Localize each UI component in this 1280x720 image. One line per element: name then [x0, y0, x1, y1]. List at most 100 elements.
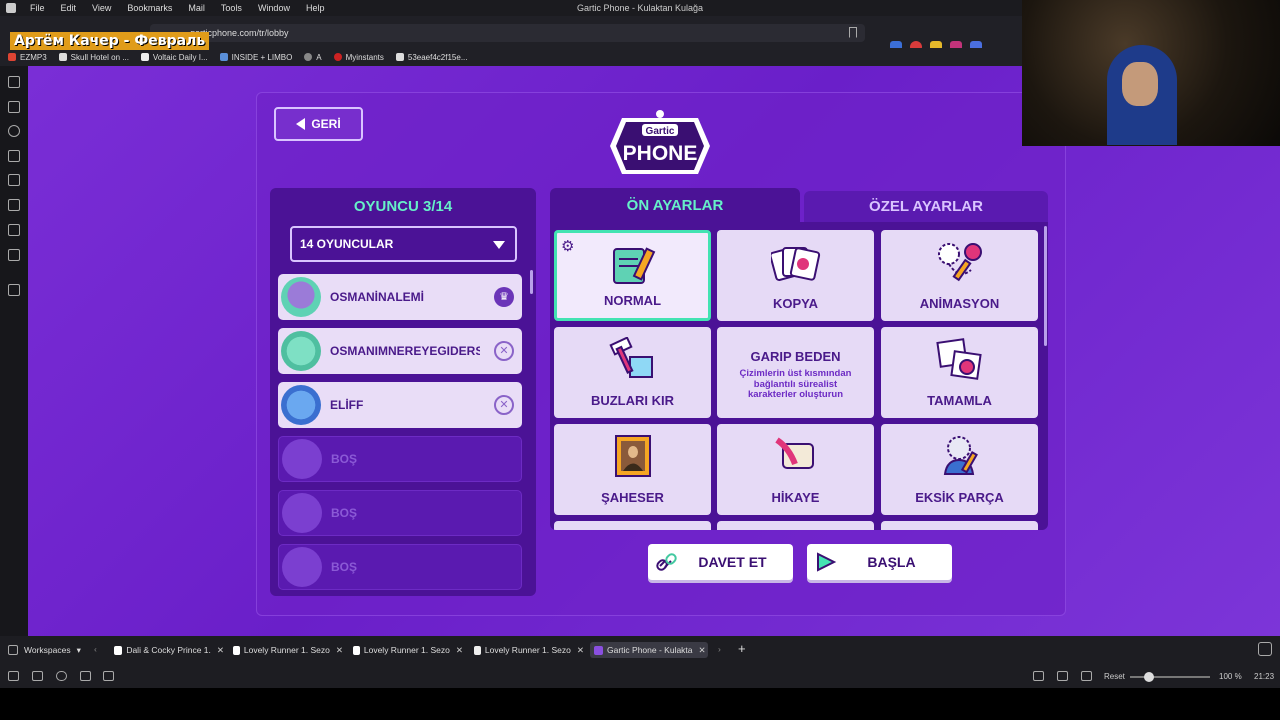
close-tab-icon[interactable]: ✕	[456, 645, 463, 656]
start-button[interactable]: BAŞLA	[807, 544, 952, 580]
tab-custom-settings[interactable]: ÖZEL AYARLAR	[804, 191, 1048, 222]
close-tab-icon[interactable]: ✕	[336, 645, 343, 656]
settings-icon[interactable]	[8, 671, 19, 681]
bookmark-item[interactable]: EZMP3	[8, 53, 47, 62]
downloads-icon[interactable]	[8, 101, 20, 113]
tab-overview-icon[interactable]	[1258, 642, 1272, 656]
browser-tab-bar: Workspaces ▾ ‹ Dali & Cocky Prince 1. ✕ …	[0, 636, 1280, 664]
bookmark-item[interactable]: Voltaic Daily I...	[140, 53, 208, 62]
chevron-left-icon[interactable]: ‹	[94, 644, 97, 654]
zoom-reset-button[interactable]: Reset	[1104, 672, 1125, 681]
gear-icon[interactable]: ⚙	[561, 237, 574, 255]
browser-tab[interactable]: Lovely Runner 1. Sezo ✕	[229, 642, 343, 658]
mode-card-garip-beden[interactable]: GARIP BEDEN Çizimlerin üst kısmından bağ…	[717, 327, 874, 418]
add-panel-icon[interactable]	[8, 284, 20, 296]
cloud-icon[interactable]	[56, 671, 67, 681]
browser-sidebar	[0, 66, 28, 636]
calendar-icon[interactable]	[103, 671, 114, 681]
menu-tools[interactable]: Tools	[213, 3, 250, 13]
mode-card-partial[interactable]	[554, 521, 711, 530]
kick-player-button[interactable]: ✕	[494, 395, 514, 415]
new-tab-icon[interactable]: +	[738, 641, 746, 656]
mode-card-buzlari-kir[interactable]: BUZLARI KIR	[554, 327, 711, 418]
menu-help[interactable]: Help	[298, 3, 333, 13]
player-row: OSMANİNALEMİ ♛	[278, 274, 522, 320]
menu-mail[interactable]: Mail	[180, 3, 213, 13]
letterbox-strip	[0, 688, 1280, 720]
site-icon	[58, 53, 67, 61]
url-field[interactable]: garticphone.com/tr/lobby	[150, 24, 865, 42]
tiling-icon[interactable]	[1057, 671, 1068, 681]
player-avatar	[281, 277, 321, 317]
invite-button[interactable]: DAVET ET	[648, 544, 793, 580]
close-tab-icon[interactable]: ✕	[577, 645, 584, 656]
stream-name-overlay: Артём Качер - Февраль	[10, 32, 210, 50]
crown-icon: ♛	[494, 287, 514, 307]
empty-slot: BOŞ	[278, 544, 522, 590]
player-name: ELİFF	[330, 398, 364, 412]
zoom-level: 100 %	[1219, 672, 1242, 681]
reading-list-icon[interactable]	[8, 199, 20, 211]
play-icon	[817, 552, 837, 572]
chevron-right-icon[interactable]: ›	[718, 644, 721, 654]
mode-card-kopya[interactable]: KOPYA	[717, 230, 874, 321]
mode-card-partial[interactable]	[717, 521, 874, 530]
browser-tab[interactable]: Lovely Runner 1. Sezo ✕	[470, 642, 584, 658]
window-icon[interactable]	[80, 671, 91, 681]
kick-player-button[interactable]: ✕	[494, 341, 514, 361]
app-icon[interactable]	[6, 3, 16, 13]
players-scrollbar[interactable]	[530, 270, 533, 294]
notes-icon[interactable]	[8, 150, 20, 162]
workspaces-button[interactable]: Workspaces ▾	[8, 645, 92, 656]
translate-icon[interactable]	[8, 174, 20, 186]
capture-icon[interactable]	[1033, 671, 1044, 681]
bookmark-icon[interactable]	[849, 27, 857, 38]
mode-card-partial[interactable]	[881, 521, 1038, 530]
back-label: GERİ	[311, 117, 341, 131]
zoom-slider-handle[interactable]	[1144, 672, 1154, 682]
bookmarks-panel-icon[interactable]	[8, 76, 20, 88]
mode-label: ANİMASYON	[919, 296, 1000, 311]
back-button[interactable]: GERİ	[274, 107, 363, 141]
mail-icon[interactable]	[8, 249, 20, 261]
menu-file[interactable]: File	[22, 3, 53, 13]
mode-card-saheser[interactable]: ŞAHESER	[554, 424, 711, 515]
bookmark-item[interactable]: A	[304, 53, 322, 62]
bookmark-item[interactable]: INSIDE + LIMBO	[219, 53, 292, 62]
animation-icon	[937, 243, 982, 282]
tab-presets[interactable]: ÖN AYARLAR	[550, 188, 800, 222]
menu-window[interactable]: Window	[250, 3, 298, 13]
invite-label: DAVET ET	[698, 554, 767, 570]
mode-label: BUZLARI KIR	[590, 393, 675, 408]
missing-piece-icon	[943, 436, 978, 475]
mode-label: TAMAMLA	[927, 393, 992, 408]
tab-favicon	[353, 645, 360, 655]
gartic-phone-logo: Gartic PHONE	[610, 110, 710, 174]
mode-card-eksik-parca[interactable]: EKSİK PARÇA	[881, 424, 1038, 515]
bookmark-item[interactable]: Skull Hotel on ...	[58, 53, 129, 62]
modes-scrollbar[interactable]	[1044, 226, 1047, 346]
masterpiece-frame-icon	[614, 435, 651, 477]
mode-card-hikaye[interactable]: HİKAYE	[717, 424, 874, 515]
mode-card-normal[interactable]: ⚙ NORMAL	[554, 230, 711, 321]
mode-card-tamamla[interactable]: TAMAMLA	[881, 327, 1038, 418]
panel-toggle-icon[interactable]	[32, 671, 43, 681]
page-actions-icon[interactable]	[1081, 671, 1092, 681]
close-tab-icon[interactable]: ✕	[217, 645, 224, 656]
menu-view[interactable]: View	[84, 3, 119, 13]
bookmark-item[interactable]: Myinstants	[333, 53, 384, 62]
browser-tab[interactable]: Lovely Runner 1. Sezo ✕	[349, 642, 463, 658]
mode-card-animasyon[interactable]: ANİMASYON	[881, 230, 1038, 321]
player-count-select[interactable]: 14 OYUNCULAR	[290, 226, 517, 262]
menu-edit[interactable]: Edit	[53, 3, 85, 13]
history-icon[interactable]	[8, 125, 20, 137]
close-tab-icon[interactable]: ✕	[699, 645, 706, 656]
streamer-head	[1122, 62, 1158, 106]
menu-bookmarks[interactable]: Bookmarks	[119, 3, 180, 13]
link-icon	[656, 553, 677, 571]
browser-tab-active[interactable]: Gartic Phone - Kulakta ✕	[590, 642, 708, 658]
bookmark-item[interactable]: 53eaef4c2f15e...	[395, 53, 467, 62]
window-panel-icon[interactable]	[8, 224, 20, 236]
browser-tab[interactable]: Dali & Cocky Prince 1. ✕	[110, 642, 224, 658]
zoom-slider[interactable]	[1130, 676, 1210, 678]
